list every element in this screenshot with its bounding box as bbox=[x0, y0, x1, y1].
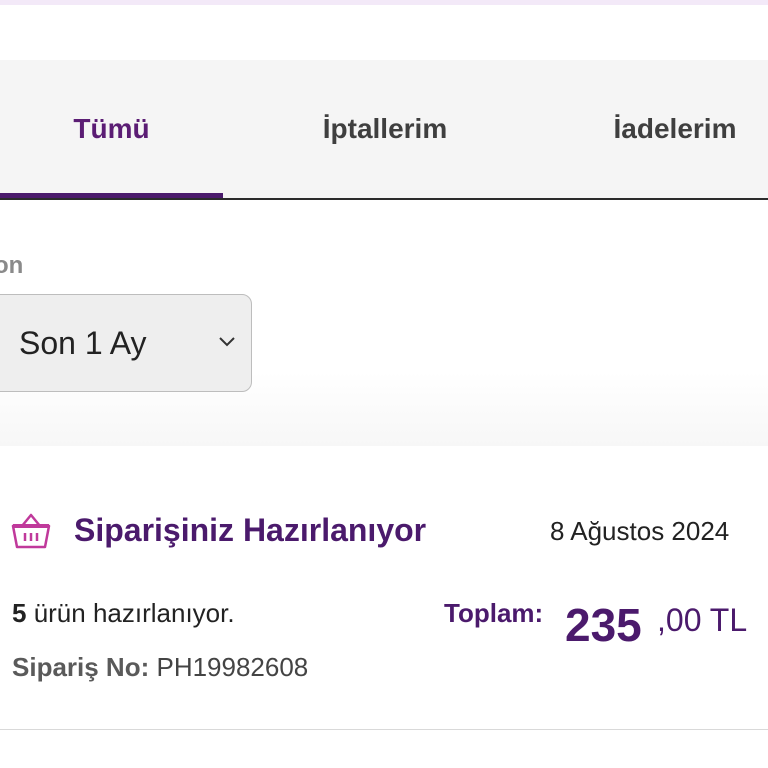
item-count-label: ürün hazırlanıyor. bbox=[26, 598, 235, 628]
order-date: 8 Ağustos 2024 bbox=[550, 516, 730, 546]
filter-label: on bbox=[0, 252, 24, 279]
order-tabs: Tümü İptallerim İadelerim bbox=[0, 60, 768, 200]
order-card[interactable]: Siparişiniz Hazırlanıyor 8 Ağustos 2024 … bbox=[0, 446, 768, 768]
tab-cancellations[interactable]: İptallerim bbox=[270, 60, 500, 198]
order-status-title: Siparişiniz Hazırlanıyor bbox=[74, 512, 427, 548]
chevron-down-icon bbox=[219, 337, 235, 347]
total-amount-integer: 235 bbox=[565, 599, 642, 651]
order-number-label: Sipariş No: bbox=[12, 652, 150, 682]
period-select[interactable]: Son 1 Ay bbox=[0, 294, 252, 392]
order-number: Sipariş No: PH19982608 bbox=[12, 652, 308, 683]
basket-icon bbox=[11, 513, 51, 549]
active-tab-indicator bbox=[0, 193, 223, 198]
item-count-text: 5 ürün hazırlanıyor. bbox=[12, 598, 235, 629]
divider bbox=[0, 729, 768, 730]
tab-all[interactable]: Tümü bbox=[0, 60, 223, 198]
order-number-value: PH19982608 bbox=[149, 652, 309, 682]
top-strip bbox=[0, 0, 768, 5]
tab-returns[interactable]: İadelerim bbox=[560, 60, 768, 198]
period-select-value: Son 1 Ay bbox=[19, 325, 147, 361]
filter-section: on Son 1 Ay bbox=[0, 200, 768, 446]
total-amount-decimal: ,00 TL bbox=[657, 602, 748, 638]
total-label: Toplam: bbox=[444, 598, 544, 628]
item-count: 5 bbox=[12, 598, 27, 628]
